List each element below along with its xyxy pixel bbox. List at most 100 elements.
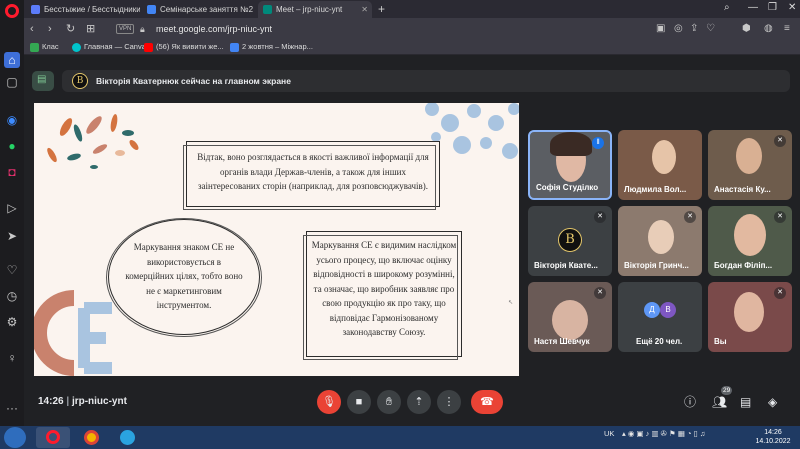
chat-icon[interactable]: ▤ xyxy=(740,394,751,410)
presenter-text: Вікторія Кватернюк сейчас на главном экр… xyxy=(96,76,291,86)
system-clock[interactable]: 14:26 14.10.2022 xyxy=(752,428,794,446)
meet-area: ▤ В Вікторія Кватернюк сейчас на главном… xyxy=(24,56,800,426)
send-icon[interactable]: ➤ xyxy=(4,228,20,244)
presenter-avatar: В xyxy=(72,73,88,89)
leave-call-button[interactable]: ☎︎ xyxy=(471,390,503,414)
participant-tile[interactable]: ✕ Настя Шевчук xyxy=(528,282,612,352)
mic-off-icon: ✕ xyxy=(774,287,786,299)
mic-off-icon: ✕ xyxy=(684,211,696,223)
taskbar-chrome[interactable] xyxy=(74,427,108,448)
instagram-icon[interactable]: ◘ xyxy=(4,164,20,180)
participant-avatar: В xyxy=(660,302,676,318)
vpn-badge[interactable]: VPN xyxy=(116,24,135,34)
telegram-icon xyxy=(120,430,135,445)
minimize-icon[interactable]: — xyxy=(748,2,758,13)
whatsapp-icon[interactable]: ● xyxy=(4,138,20,154)
light-bulb-icon[interactable]: ♀ xyxy=(4,350,20,366)
bookmark-favicon-icon xyxy=(72,43,81,52)
camera-button[interactable]: ■ xyxy=(347,390,371,414)
participant-name: Анастасія Ку... xyxy=(714,185,771,194)
language-indicator[interactable]: UK xyxy=(604,429,614,438)
camera-icon[interactable]: ▣ xyxy=(656,22,665,36)
participant-video xyxy=(736,138,762,174)
history-icon[interactable]: ◷ xyxy=(4,288,20,304)
tab-grid-icon[interactable]: ⊞ xyxy=(86,21,95,37)
more-icon[interactable]: ··· xyxy=(4,400,20,416)
lock-icon: 🔒︎ xyxy=(140,24,145,34)
mic-off-button[interactable]: 🎙︎ xyxy=(317,390,341,414)
settings-icon[interactable]: ⚙ xyxy=(4,314,20,330)
participant-avatar: Д xyxy=(644,302,660,318)
bookmark-1[interactable]: Клас xyxy=(30,41,59,53)
heart-icon[interactable]: ♡ xyxy=(4,262,20,278)
maximize-icon[interactable]: ❐ xyxy=(768,2,777,13)
tab-title: Семінарське заняття №2 xyxy=(160,5,254,14)
opera-logo-icon[interactable] xyxy=(5,4,19,18)
meeting-time: 14:26 xyxy=(38,396,64,407)
messenger-icon[interactable]: ◉ xyxy=(4,112,20,128)
close-window-icon[interactable]: ✕ xyxy=(788,2,796,13)
tab-3-active[interactable]: Meet – jrp-niuc-ynt ✕ xyxy=(258,1,372,18)
participant-tile-more[interactable]: Д В Ещё 20 чел. xyxy=(618,282,702,352)
share-icon[interactable]: ⇪ xyxy=(690,22,698,36)
participant-tile[interactable]: В ✕ Вікторія Квате... xyxy=(528,206,612,276)
participant-name: Ещё 20 чел. xyxy=(636,337,683,346)
bookmark-2[interactable]: Главная — Canva xyxy=(72,41,146,53)
bookmark-label: Клас xyxy=(42,42,59,51)
speaking-icon: ⦀ xyxy=(592,137,604,149)
taskbar-opera[interactable] xyxy=(36,427,70,448)
windows-start-icon[interactable] xyxy=(4,427,26,448)
clock-date: 14.10.2022 xyxy=(755,438,791,445)
participant-tile[interactable]: Людмила Вол... xyxy=(618,130,702,200)
address-bar-row: ‹ › ↻ ⊞ VPN 🔒︎ meet.google.com/jrp-niuc-… xyxy=(24,18,800,40)
raise-hand-button[interactable]: ✋︎ xyxy=(377,390,401,414)
participant-tile[interactable]: ⦀ Софія Студілко xyxy=(528,130,612,200)
layout-toggle-button[interactable]: ▤ xyxy=(32,71,54,91)
bookmark-3[interactable]: (56) Як вивити же... xyxy=(144,41,224,53)
activities-icon[interactable]: ◈ xyxy=(768,394,777,410)
speed-dial-icon[interactable]: ▢ xyxy=(4,74,20,90)
bookmark-4[interactable]: 2 жовтня – Міжнар... xyxy=(230,41,313,53)
wallet-icon[interactable]: ⬢ xyxy=(742,22,751,36)
participant-name: Настя Шевчук xyxy=(534,337,590,346)
participant-video xyxy=(734,292,764,332)
present-button[interactable]: ⇡ xyxy=(407,390,431,414)
participant-tile[interactable]: ✕ Богдан Філіп... xyxy=(708,206,792,276)
mic-off-icon: ✕ xyxy=(774,135,786,147)
info-icon[interactable]: ⓘ xyxy=(684,394,696,410)
participant-avatar: В xyxy=(558,228,582,252)
forward-icon[interactable]: › xyxy=(48,21,52,37)
tab-favicon-icon xyxy=(147,5,156,14)
phone-hangup-icon: ☎︎ xyxy=(480,396,494,408)
participant-tile[interactable]: ✕ Анастасія Ку... xyxy=(708,130,792,200)
tray-icons[interactable]: ▴ ◉ ▣ ♪ ▥ ✇ ⚑ ▦ ◔ ▯ ♫ xyxy=(622,429,705,438)
participant-name: Вы xyxy=(714,337,727,346)
tab-1[interactable]: Бесстыжие / Бесстыдники xyxy=(26,1,140,18)
people-icon[interactable]: 👥︎ xyxy=(712,394,727,410)
tab-2[interactable]: Семінарське заняття №2 xyxy=(142,1,256,18)
player-icon[interactable]: ▷ xyxy=(4,200,20,216)
url-text: meet.google.com/jrp-niuc-ynt xyxy=(156,24,273,34)
url-field[interactable]: VPN 🔒︎ meet.google.com/jrp-niuc-ynt xyxy=(116,21,676,37)
participant-video xyxy=(550,132,592,156)
bookmark-favicon-icon xyxy=(144,43,153,52)
participant-name: Людмила Вол... xyxy=(624,185,687,194)
new-tab-button[interactable]: + xyxy=(378,1,385,17)
chrome-icon xyxy=(84,430,99,445)
slide-text-box-top: Відтак, воно розглядається в якості важл… xyxy=(183,141,440,210)
tab-close-icon[interactable]: ✕ xyxy=(361,1,368,18)
easy-setup-icon[interactable]: ≡ xyxy=(784,22,790,36)
meeting-code: jrp-niuc-ynt xyxy=(71,396,127,407)
participant-tile[interactable]: ✕ Вікторія Гринч... xyxy=(618,206,702,276)
search-tabs-icon[interactable]: ⌕ xyxy=(724,2,730,13)
tab-title: Meet – jrp-niuc-ynt xyxy=(276,5,343,14)
bookmark-heart-icon[interactable]: ♡ xyxy=(706,22,715,36)
participant-tile-self[interactable]: ✕ Вы xyxy=(708,282,792,352)
taskbar-telegram[interactable] xyxy=(110,427,144,448)
profile-icon[interactable]: ◍ xyxy=(764,22,773,36)
more-options-button[interactable]: ⋮ xyxy=(437,390,461,414)
back-icon[interactable]: ‹ xyxy=(30,21,34,37)
home-icon[interactable]: ⌂ xyxy=(4,52,20,68)
reload-icon[interactable]: ↻ xyxy=(66,21,75,37)
snapshot-icon[interactable]: ◎ xyxy=(674,22,683,36)
